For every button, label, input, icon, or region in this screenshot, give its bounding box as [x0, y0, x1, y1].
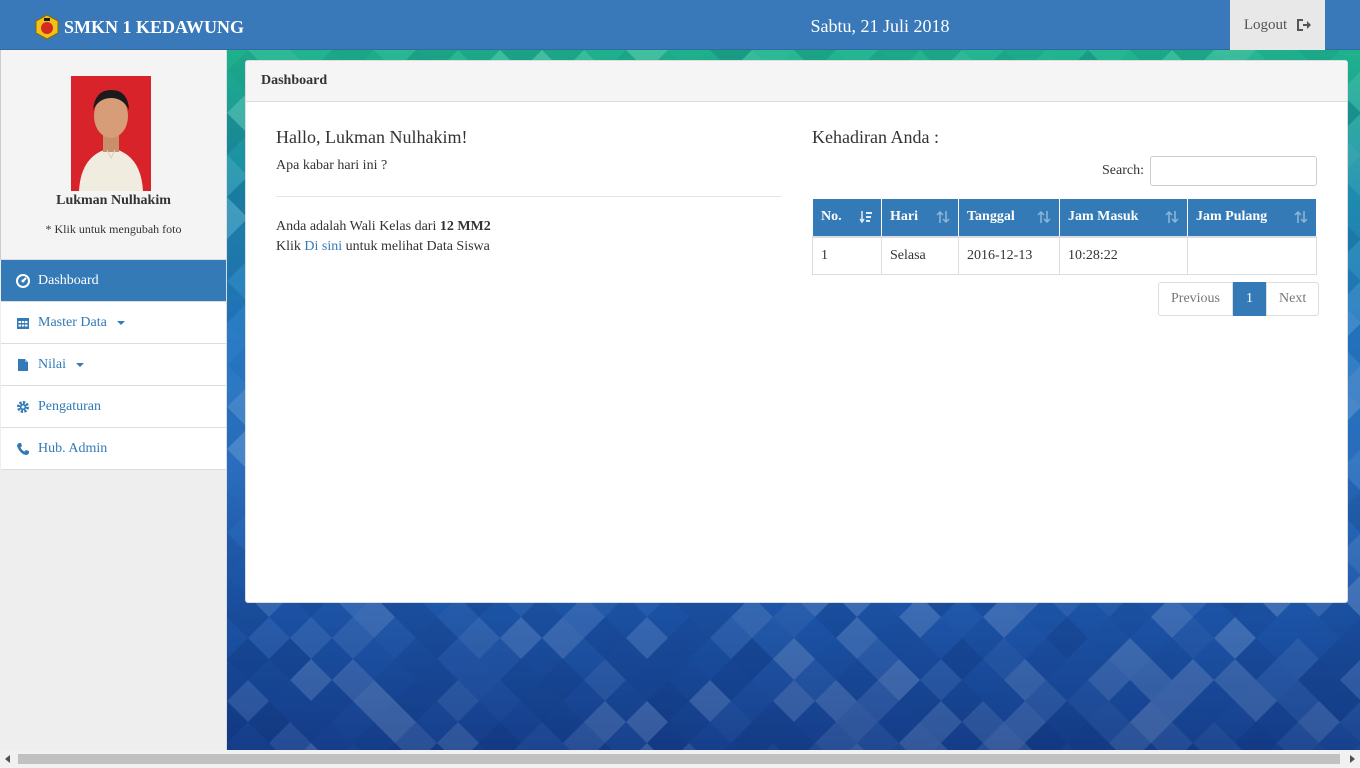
column-label: Tanggal	[967, 209, 1015, 225]
profile-photo[interactable]	[71, 76, 151, 191]
sidebar-item-pengaturan[interactable]: Pengaturan	[1, 386, 226, 428]
scrollbar-thumb[interactable]	[18, 754, 1340, 764]
attendance-title: Kehadiran Anda :	[812, 127, 939, 147]
homeroom-class: 12 MM2	[439, 219, 491, 234]
table-header-row: No. Hari Tanggal Jam Masuk Jam Pulang	[812, 198, 1317, 238]
sort-icon	[1294, 210, 1308, 224]
homeroom-info: Anda adalah Wali Kelas dari 12 MM2	[276, 219, 491, 235]
column-header-tanggal[interactable]: Tanggal	[958, 198, 1060, 238]
sidebar-item-label: Master Data	[38, 314, 107, 330]
column-header-no[interactable]: No.	[812, 198, 882, 238]
sidebar-item-label: Dashboard	[38, 272, 99, 288]
logout-button[interactable]: Logout	[1230, 0, 1325, 50]
gear-icon	[16, 400, 30, 414]
sort-icon	[936, 210, 950, 224]
table-cell	[1187, 236, 1317, 275]
sign-out-icon	[1297, 19, 1312, 31]
table-cell: 1	[812, 236, 882, 275]
scroll-right-arrow-icon[interactable]	[1350, 755, 1355, 763]
attendance-table: No. Hari Tanggal Jam Masuk Jam Pulang 1 …	[812, 198, 1317, 275]
chevron-down-icon	[76, 362, 84, 367]
sidebar-menu: Dashboard Master Data Nilai Pengaturan H…	[1, 260, 226, 470]
previous-page-button[interactable]: Previous	[1158, 282, 1233, 316]
divider	[276, 196, 781, 197]
horizontal-scrollbar[interactable]	[0, 750, 1360, 768]
panel-title: Dashboard	[246, 61, 1347, 102]
next-page-button[interactable]: Next	[1266, 282, 1320, 316]
file-icon	[16, 358, 30, 372]
scroll-left-arrow-icon[interactable]	[5, 755, 10, 763]
table-row: 1 Selasa 2016-12-13 10:28:22	[812, 236, 1317, 275]
link-prefix: Klik	[276, 239, 301, 254]
homeroom-text: Anda adalah Wali Kelas dari	[276, 219, 437, 234]
sidebar-item-label: Nilai	[38, 356, 66, 372]
column-label: Jam Masuk	[1068, 209, 1139, 225]
sidebar: Lukman Nulhakim * Klik untuk mengubah fo…	[0, 50, 227, 750]
sidebar-item-hub-admin[interactable]: Hub. Admin	[1, 428, 226, 470]
table-cell: 2016-12-13	[958, 236, 1060, 275]
greeting-subtext: Apa kabar hari ini ?	[276, 158, 388, 173]
link-suffix: untuk melihat Data Siswa	[345, 239, 490, 254]
chevron-down-icon	[116, 320, 125, 325]
sort-icon	[859, 211, 872, 224]
table-cell: Selasa	[881, 236, 959, 275]
logout-label: Logout	[1243, 16, 1288, 33]
dashboard-panel: Dashboard Hallo, Lukman Nulhakim! Apa ka…	[245, 60, 1348, 603]
column-label: No.	[821, 209, 842, 225]
sidebar-item-dashboard[interactable]: Dashboard	[1, 260, 226, 302]
search-input[interactable]	[1150, 156, 1317, 186]
sidebar-item-label: Pengaturan	[38, 398, 101, 414]
brand[interactable]: SMKN 1 KEDAWUNG	[34, 14, 244, 40]
search-label: Search:	[1102, 163, 1144, 178]
student-data-info: Klik Di sini untuk melihat Data Siswa	[276, 239, 490, 255]
top-navbar: SMKN 1 KEDAWUNG Sabtu, 21 Juli 2018 Logo…	[0, 0, 1360, 50]
sort-icon	[1165, 210, 1179, 224]
sidebar-item-master-data[interactable]: Master Data	[1, 302, 226, 344]
page-1-button[interactable]: 1	[1233, 282, 1266, 316]
change-photo-hint[interactable]: * Klik untuk mengubah foto	[0, 222, 227, 237]
student-data-link[interactable]: Di sini	[304, 239, 342, 254]
current-date: Sabtu, 21 Juli 2018	[810, 16, 950, 36]
phone-icon	[16, 442, 30, 456]
column-header-hari[interactable]: Hari	[881, 198, 959, 238]
calendar-icon	[16, 316, 30, 330]
sidebar-item-nilai[interactable]: Nilai	[1, 344, 226, 386]
sidebar-item-label: Hub. Admin	[38, 440, 108, 456]
column-header-jam-masuk[interactable]: Jam Masuk	[1059, 198, 1188, 238]
sort-icon	[1037, 210, 1051, 224]
dashboard-icon	[16, 273, 30, 288]
school-logo-icon	[35, 14, 59, 40]
pagination: Previous 1 Next	[1158, 282, 1320, 316]
table-cell: 10:28:22	[1059, 236, 1188, 275]
column-label: Hari	[890, 209, 918, 225]
greeting-heading: Hallo, Lukman Nulhakim!	[276, 127, 468, 147]
profile-name: Lukman Nulhakim	[56, 193, 171, 208]
column-label: Jam Pulang	[1196, 209, 1268, 225]
column-header-jam-pulang[interactable]: Jam Pulang	[1187, 198, 1317, 238]
brand-name: SMKN 1 KEDAWUNG	[64, 16, 245, 37]
